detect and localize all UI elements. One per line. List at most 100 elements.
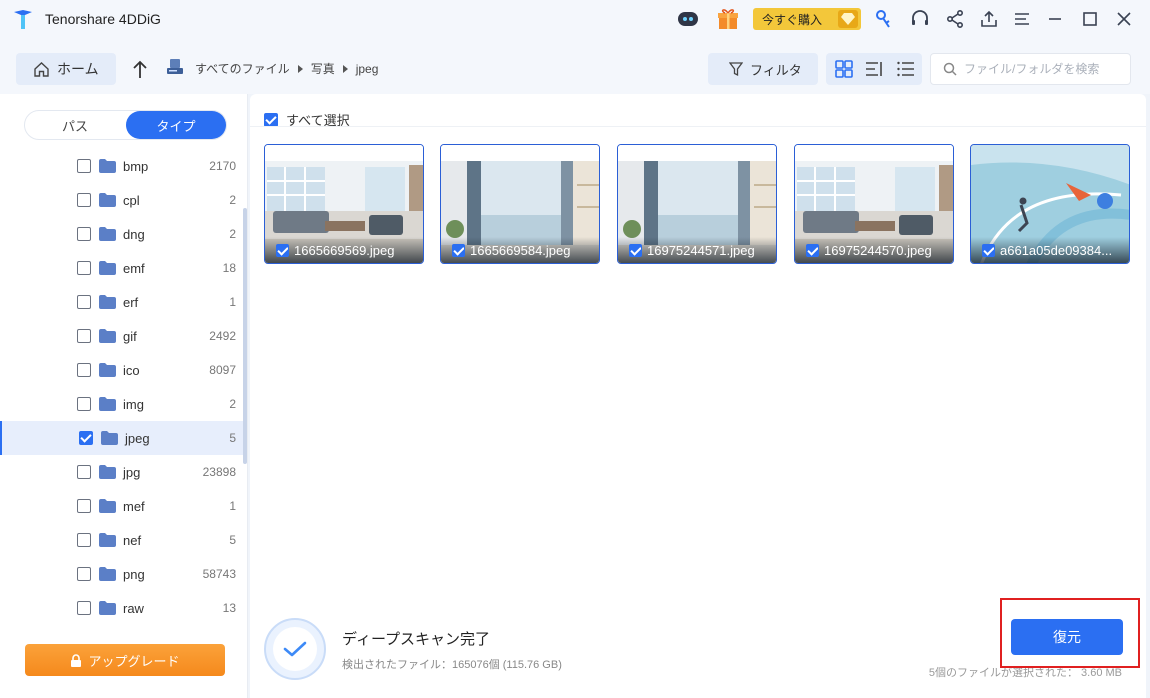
scan-complete-badge	[264, 618, 326, 680]
file-type-row[interactable]: gif 2492	[0, 319, 246, 353]
scan-status-title: ディープスキャン完了	[342, 631, 491, 648]
file-type-checkbox[interactable]	[77, 465, 91, 479]
thumbnail-caption: 16975244570.jpeg	[795, 237, 953, 263]
buy-now-button[interactable]: 今すぐ購入	[753, 8, 861, 30]
file-type-checkbox[interactable]	[77, 295, 91, 309]
file-type-row[interactable]: png 58743	[0, 557, 246, 591]
thumbnail-caption: 1665669584.jpeg	[441, 237, 599, 263]
file-thumbnail[interactable]: a661a05de09384...	[970, 144, 1130, 264]
file-type-count: 23898	[202, 465, 236, 479]
file-type-row[interactable]: jpeg 5	[0, 421, 246, 455]
file-type-name: ico	[123, 362, 140, 378]
breadcrumb-item[interactable]: jpeg	[356, 62, 379, 76]
file-type-count: 5	[229, 431, 236, 445]
file-type-name: jpeg	[125, 430, 150, 446]
folder-icon	[99, 567, 116, 581]
file-type-checkbox[interactable]	[77, 159, 91, 173]
folder-icon	[99, 227, 116, 241]
tab-type[interactable]: タイプ	[126, 111, 226, 139]
file-type-name: emf	[123, 260, 145, 276]
file-type-row[interactable]: nef 5	[0, 523, 246, 557]
breadcrumb-item[interactable]: すべてのファイル	[195, 60, 290, 77]
maximize-icon[interactable]	[1077, 6, 1103, 32]
file-thumbnail[interactable]: 16975244571.jpeg	[617, 144, 777, 264]
folder-icon	[99, 193, 116, 207]
file-type-row[interactable]: erf 1	[0, 285, 246, 319]
file-type-checkbox[interactable]	[77, 397, 91, 411]
file-type-name: img	[123, 396, 144, 412]
gift-icon[interactable]	[715, 6, 741, 32]
robot-assistant-icon[interactable]	[675, 6, 701, 32]
thumbnail-checkbox[interactable]	[629, 243, 642, 257]
folder-icon	[99, 533, 116, 547]
file-type-checkbox[interactable]	[77, 193, 91, 207]
file-type-checkbox[interactable]	[77, 261, 91, 275]
file-type-checkbox[interactable]	[77, 567, 91, 581]
upload-icon[interactable]	[976, 6, 1002, 32]
file-type-row[interactable]: dng 2	[0, 217, 246, 251]
upgrade-label: アップグレード	[88, 653, 180, 669]
breadcrumb-item[interactable]: 写真	[311, 60, 335, 77]
folder-icon	[99, 601, 116, 615]
file-type-checkbox[interactable]	[77, 533, 91, 547]
file-type-name: bmp	[123, 158, 149, 174]
filter-label: フィルタ	[750, 62, 802, 78]
upgrade-button[interactable]: アップグレード	[25, 644, 225, 676]
file-name: 1665669569.jpeg	[294, 242, 395, 258]
file-type-checkbox[interactable]	[77, 499, 91, 513]
file-type-count: 1	[229, 499, 236, 513]
minimize-icon[interactable]	[1042, 6, 1068, 32]
file-thumbnail[interactable]: 16975244570.jpeg	[794, 144, 954, 264]
tab-path[interactable]: パス	[25, 111, 125, 139]
share-icon[interactable]	[942, 6, 968, 32]
file-type-checkbox[interactable]	[79, 431, 93, 445]
file-type-count: 13	[222, 601, 236, 615]
detail-view-icon[interactable]	[864, 59, 884, 79]
file-type-count: 2170	[209, 159, 236, 173]
checkmark-icon	[283, 641, 307, 657]
headset-support-icon[interactable]	[907, 6, 933, 32]
thumbnail-caption: a661a05de09384...	[971, 237, 1129, 263]
toolbar: ホーム すべてのファイル 写真 jpeg フィルタ	[0, 38, 1150, 94]
home-icon	[34, 61, 49, 77]
search-icon	[943, 62, 957, 76]
file-type-row[interactable]: img 2	[0, 387, 246, 421]
search-input[interactable]	[964, 62, 1124, 76]
file-type-checkbox[interactable]	[77, 227, 91, 241]
file-type-row[interactable]: jpg 23898	[0, 455, 246, 489]
title-bar: Tenorshare 4DDiG 今すぐ購入	[0, 0, 1150, 38]
thumbnail-caption: 1665669569.jpeg	[265, 237, 423, 263]
filter-button[interactable]: フィルタ	[708, 53, 818, 85]
list-view-icon[interactable]	[896, 59, 916, 79]
select-all-checkbox[interactable]	[264, 112, 278, 127]
menu-icon[interactable]	[1009, 6, 1035, 32]
home-button[interactable]: ホーム	[16, 53, 116, 85]
folder-icon	[99, 397, 116, 411]
grid-view-icon[interactable]	[834, 59, 854, 79]
file-thumbnail[interactable]: 1665669569.jpeg	[264, 144, 424, 264]
thumbnail-checkbox[interactable]	[982, 243, 995, 257]
file-type-row[interactable]: bmp 2170	[0, 150, 246, 183]
folder-icon	[99, 465, 116, 479]
file-type-checkbox[interactable]	[77, 329, 91, 343]
file-type-checkbox[interactable]	[77, 601, 91, 615]
close-icon[interactable]	[1111, 6, 1137, 32]
thumbnail-checkbox[interactable]	[276, 243, 289, 257]
file-type-row[interactable]: cpl 2	[0, 183, 246, 217]
file-type-row[interactable]: raw 13	[0, 591, 246, 625]
file-type-name: erf	[123, 294, 139, 310]
file-type-row[interactable]: emf 18	[0, 251, 246, 285]
file-type-row[interactable]: ico 8097	[0, 353, 246, 387]
thumbnail-checkbox[interactable]	[806, 243, 819, 257]
key-icon[interactable]	[871, 6, 897, 32]
filter-icon	[729, 61, 743, 76]
up-arrow-icon[interactable]	[130, 58, 150, 80]
breadcrumb-separator-icon	[297, 64, 303, 73]
sidebar-scrollbar[interactable]	[243, 208, 247, 464]
file-type-name: mef	[123, 498, 145, 514]
file-type-checkbox[interactable]	[77, 363, 91, 377]
file-type-row[interactable]: mef 1	[0, 489, 246, 523]
thumbnail-checkbox[interactable]	[452, 243, 465, 257]
folder-icon	[99, 363, 116, 377]
file-thumbnail[interactable]: 1665669584.jpeg	[440, 144, 600, 264]
